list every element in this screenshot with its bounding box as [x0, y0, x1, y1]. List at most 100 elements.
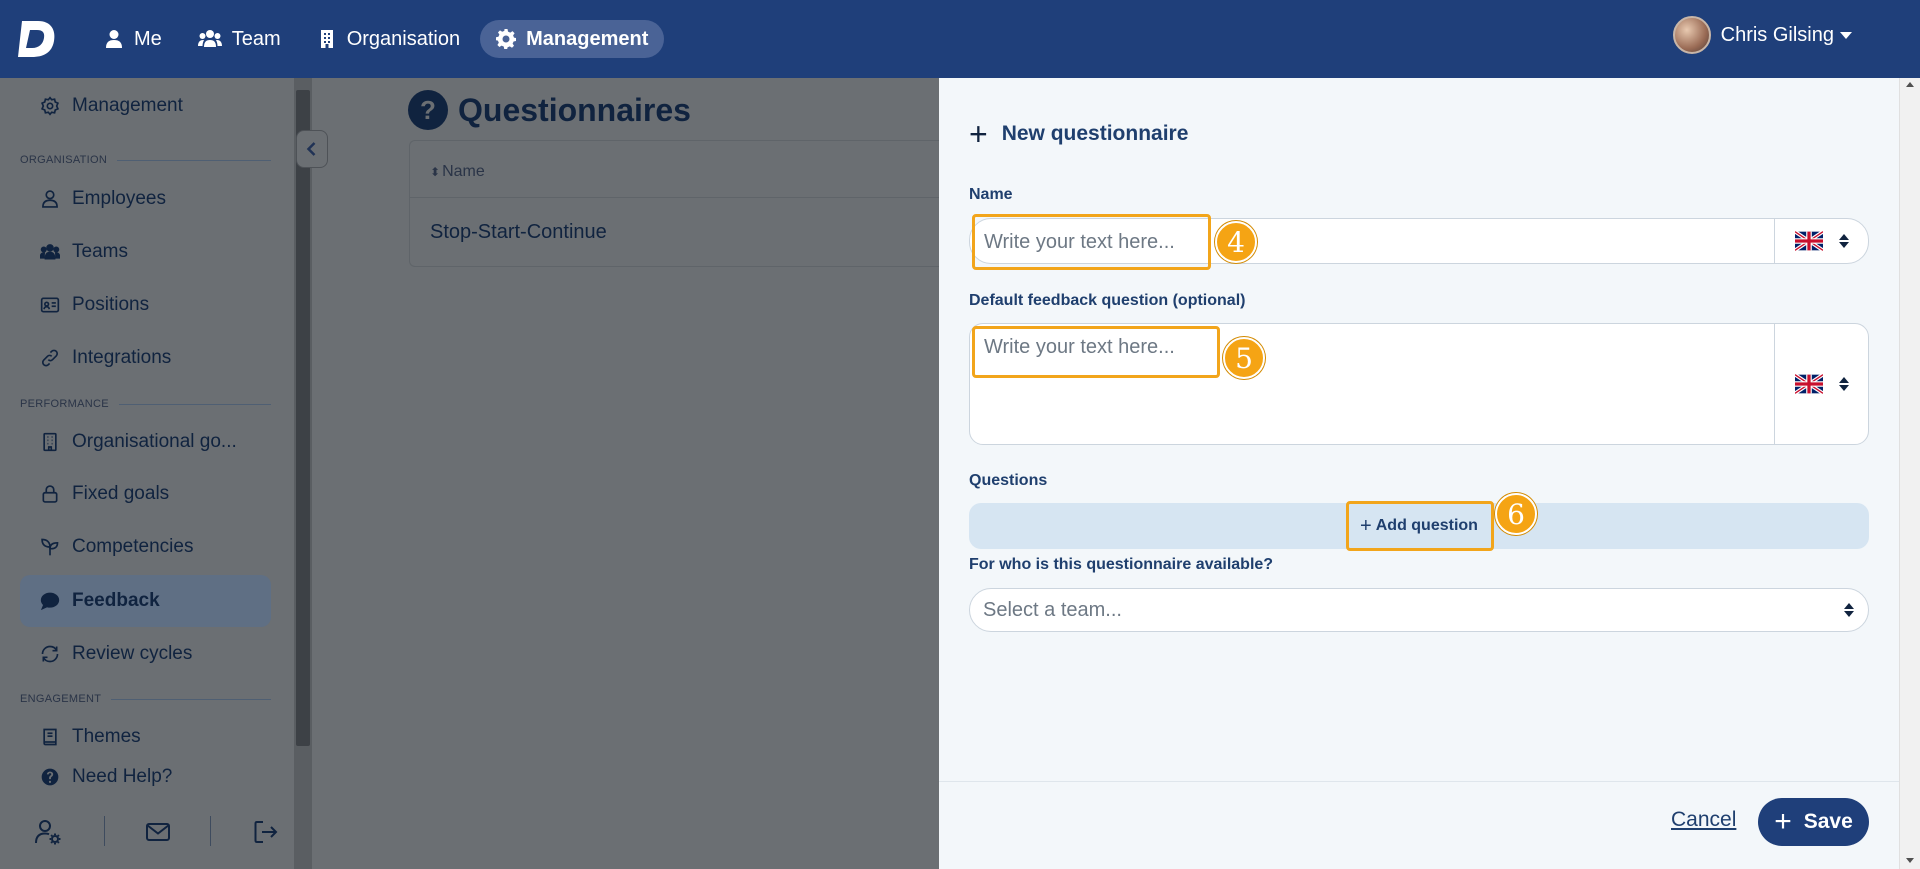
- sidebar-item-feedback[interactable]: Feedback: [20, 575, 271, 627]
- id-card-icon: [40, 297, 60, 313]
- save-button[interactable]: + Save: [1758, 798, 1869, 846]
- sort-arrows-icon: [1844, 603, 1854, 617]
- questionnaires-table: ⬍ Name Stop-Start-Continue: [409, 140, 970, 267]
- sidebar-item-teams[interactable]: Teams: [20, 226, 271, 278]
- name-input-group: [969, 218, 1869, 264]
- mail-icon[interactable]: [144, 818, 174, 848]
- sidebar-item-label: Need Help?: [72, 766, 173, 787]
- sidebar-item-management[interactable]: Management: [20, 80, 271, 132]
- sidebar-item-label: Positions: [72, 294, 150, 315]
- logout-icon[interactable]: [252, 818, 282, 848]
- save-label: Save: [1803, 810, 1853, 833]
- sidebar-item-label: Themes: [72, 726, 141, 747]
- refresh-icon: [41, 645, 59, 663]
- question-circle-icon: [41, 768, 59, 786]
- sidebar-item-review-cycles[interactable]: Review cycles: [20, 628, 271, 680]
- name-language-select[interactable]: [1774, 219, 1868, 263]
- divider: [104, 816, 105, 846]
- people-icon: [197, 30, 222, 47]
- nav-management[interactable]: Management: [480, 20, 665, 58]
- name-label: Name: [969, 186, 1013, 203]
- sidebar-section-engagement: ENGAGEMENT: [20, 693, 271, 705]
- divider: [410, 197, 970, 198]
- nav-management-label: Management: [526, 27, 649, 50]
- sidebar-item-fixed-goals[interactable]: Fixed goals: [20, 468, 271, 520]
- questions-label: Questions: [969, 472, 1048, 489]
- sort-icon: ⬍: [430, 165, 441, 179]
- default-question-label: Default feedback question (optional): [969, 292, 1246, 309]
- person-icon: [106, 30, 122, 48]
- sidebar-section-organisation: ORGANISATION: [20, 154, 271, 166]
- column-header-label: Name: [442, 163, 485, 180]
- nav-team-label: Team: [231, 27, 281, 50]
- sidebar-item-competencies[interactable]: Competencies: [20, 521, 271, 573]
- drawer-title: + New questionnaire: [969, 118, 1188, 150]
- avatar: [1672, 16, 1711, 54]
- sidebar-section-performance: PERFORMANCE: [20, 398, 271, 410]
- default-question-wrapper: [970, 324, 1774, 444]
- user-name: Chris Gilsing: [1720, 23, 1834, 46]
- nav-team[interactable]: Team: [182, 20, 297, 58]
- step-badge-4: 4: [1215, 221, 1257, 263]
- sidebar-item-label: Teams: [72, 241, 128, 262]
- user-menu[interactable]: Chris Gilsing: [1672, 16, 1852, 54]
- sort-arrows-icon: [1838, 377, 1849, 391]
- chevron-left-icon: [306, 142, 316, 156]
- building-icon: [43, 432, 57, 452]
- step-badge-6: 6: [1495, 493, 1537, 535]
- sidebar: Management ORGANISATION Employees Teams …: [0, 78, 294, 869]
- uk-flag-icon: [1794, 374, 1823, 394]
- cancel-link[interactable]: Cancel: [1671, 808, 1736, 832]
- sort-arrows-icon: [1838, 234, 1849, 248]
- nav-me-label: Me: [134, 27, 162, 50]
- add-question-button[interactable]: + Add question: [1360, 515, 1478, 538]
- nav-organisation-label: Organisation: [346, 27, 461, 50]
- table-row[interactable]: Stop-Start-Continue: [430, 221, 607, 244]
- page-title-text: Questionnaires: [458, 91, 691, 128]
- book-icon: [43, 728, 57, 746]
- people-icon: [40, 244, 60, 260]
- name-input-wrapper: [970, 219, 1774, 263]
- questions-area: + Add question: [969, 503, 1869, 549]
- gear-icon: [496, 29, 517, 49]
- new-questionnaire-drawer: + New questionnaire Name Default feedbac…: [939, 78, 1899, 869]
- sidebar-item-label: Management: [72, 95, 183, 116]
- sidebar-bottom-toolbar: [0, 796, 294, 869]
- gear-icon: [40, 96, 60, 116]
- nav-me[interactable]: Me: [88, 20, 178, 58]
- sidebar-item-employees[interactable]: Employees: [20, 173, 271, 225]
- team-select-value: Select a team...: [983, 598, 1122, 621]
- sidebar-item-label: Fixed goals: [72, 483, 170, 504]
- plus-icon: +: [1360, 514, 1372, 537]
- column-header-name[interactable]: ⬍ Name: [430, 163, 485, 181]
- question-icon: ?: [408, 90, 448, 130]
- step-badge-5: 5: [1223, 337, 1265, 379]
- comment-icon: [40, 592, 60, 611]
- top-navigation-bar: Me Team Organisation Management Chris Gi…: [0, 0, 1920, 78]
- drawer-footer: Cancel + Save: [939, 781, 1899, 869]
- scroll-down-arrow-icon[interactable]: [1906, 858, 1914, 863]
- availability-label: For who is this questionnaire available?: [969, 556, 1274, 573]
- collapse-sidebar-button[interactable]: [296, 130, 328, 168]
- sidebar-item-organisational-goals[interactable]: Organisational go...: [20, 416, 271, 468]
- default-question-input-group: [969, 323, 1869, 445]
- default-question-language-select[interactable]: [1774, 324, 1868, 444]
- link-icon: [41, 349, 59, 367]
- team-select[interactable]: Select a team...: [969, 588, 1869, 632]
- seedling-icon: [41, 538, 59, 556]
- user-settings-icon[interactable]: [34, 818, 64, 848]
- scroll-up-arrow-icon[interactable]: [1906, 82, 1914, 87]
- page-scrollbar[interactable]: [1899, 78, 1920, 869]
- nav-organisation[interactable]: Organisation: [301, 20, 476, 58]
- default-question-textarea[interactable]: [984, 336, 1760, 426]
- sidebar-item-positions[interactable]: Positions: [20, 279, 271, 331]
- name-input[interactable]: [984, 231, 1760, 254]
- app-logo[interactable]: [18, 17, 58, 61]
- page-title: ? Questionnaires: [408, 90, 691, 130]
- sidebar-item-label: Feedback: [72, 590, 160, 611]
- sidebar-item-integrations[interactable]: Integrations: [20, 332, 271, 384]
- add-question-label: Add question: [1375, 517, 1478, 534]
- caret-down-icon: [1840, 31, 1852, 39]
- plus-icon: +: [1774, 805, 1792, 838]
- sidebar-scrollbar-thumb[interactable]: [296, 90, 310, 746]
